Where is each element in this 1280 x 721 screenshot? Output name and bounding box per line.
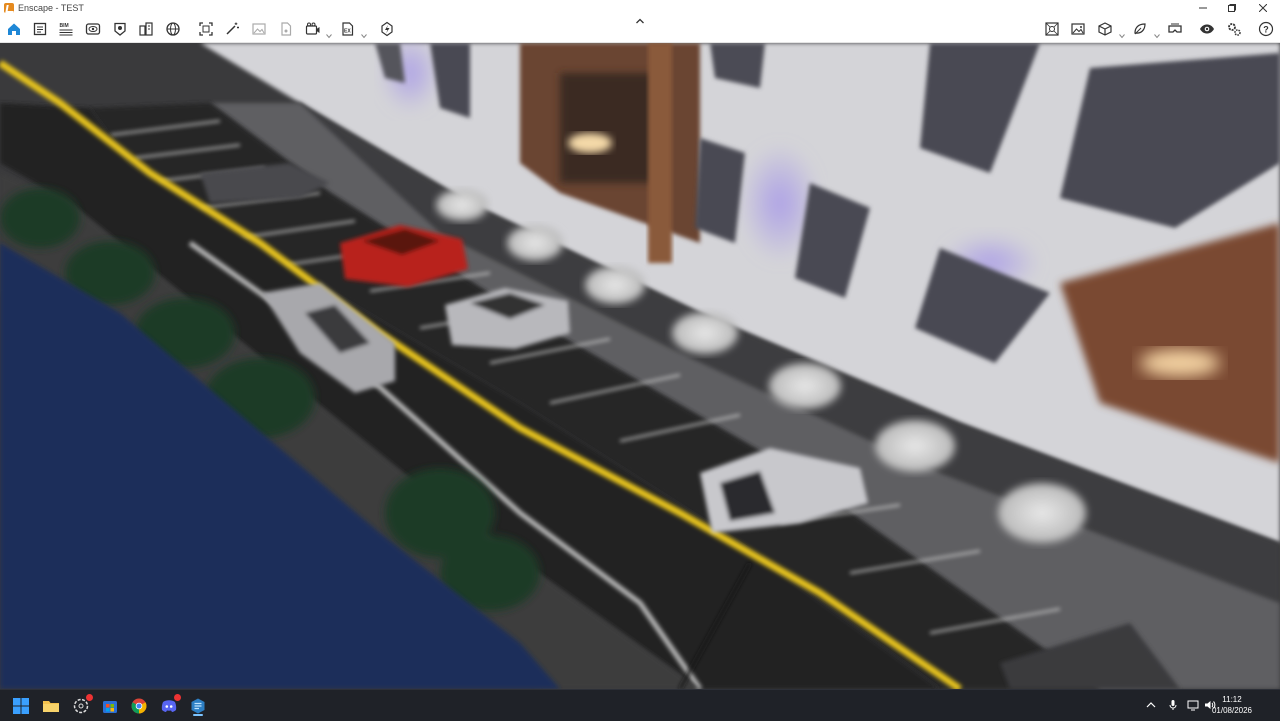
file-explorer-icon[interactable]	[40, 695, 62, 717]
rocket-icon[interactable]	[378, 20, 396, 38]
close-icon[interactable]	[1250, 0, 1276, 16]
magic-icon[interactable]	[223, 20, 241, 38]
enscape-app-icon[interactable]	[187, 695, 209, 717]
cube-icon[interactable]	[1096, 20, 1114, 38]
render-viewport[interactable]	[0, 43, 1280, 689]
settings-icon[interactable]	[1225, 20, 1243, 38]
store-icon[interactable]	[99, 695, 121, 717]
video-camera-icon[interactable]	[304, 20, 322, 38]
chevron-down-icon[interactable]	[1119, 26, 1125, 39]
notification-badge	[86, 694, 93, 701]
svg-text:BIM: BIM	[60, 23, 69, 29]
microphone-icon[interactable]	[1166, 698, 1180, 712]
windows-start-icon[interactable]	[10, 695, 32, 717]
bim-icon[interactable]: BIM	[57, 20, 75, 38]
clock-date: 01/08/2026	[1211, 706, 1253, 715]
svg-text:EX: EX	[344, 29, 351, 35]
file-icon[interactable]	[277, 20, 295, 38]
project-icon[interactable]	[31, 20, 49, 38]
maximize-icon[interactable]	[1219, 0, 1245, 16]
render-mode-icon[interactable]	[111, 20, 129, 38]
buildings-icon[interactable]	[137, 20, 155, 38]
title-bar: Enscape - TEST	[0, 0, 1280, 16]
enscape-logo-icon	[4, 3, 14, 13]
active-indicator	[193, 714, 203, 716]
sphere-icon[interactable]	[164, 20, 182, 38]
discord-icon[interactable]	[158, 694, 181, 717]
chatgpt-icon[interactable]	[70, 694, 93, 717]
visibility-icon[interactable]	[1198, 20, 1216, 38]
gallery-icon[interactable]	[1069, 20, 1087, 38]
chevron-down-icon[interactable]	[361, 26, 367, 39]
svg-text:?: ?	[1263, 25, 1269, 35]
chevron-down-icon[interactable]	[1154, 26, 1160, 39]
minimize-icon[interactable]	[1190, 0, 1216, 16]
monitor-icon[interactable]	[1186, 698, 1200, 712]
chevron-up-icon[interactable]	[1144, 698, 1158, 712]
material-icon[interactable]	[1131, 20, 1149, 38]
image-icon[interactable]	[250, 20, 268, 38]
collapse-toolbar-icon[interactable]	[634, 16, 646, 26]
chrome-icon[interactable]	[128, 695, 150, 717]
discord-badge	[174, 694, 181, 701]
home-icon[interactable]	[5, 20, 23, 38]
camera-icon[interactable]	[1043, 20, 1061, 38]
fit-view-icon[interactable]	[197, 20, 215, 38]
help-icon[interactable]: ?	[1257, 20, 1275, 38]
clock-time: 11:12	[1222, 695, 1242, 704]
vr-headset-icon[interactable]	[1166, 20, 1184, 38]
window-title: Enscape - TEST	[18, 3, 84, 13]
chevron-down-icon[interactable]	[326, 26, 332, 39]
windows-taskbar: 11:12 01/08/2026	[0, 689, 1280, 721]
export-icon[interactable]: EX	[339, 20, 357, 38]
system-clock[interactable]: 11:12 01/08/2026	[1208, 694, 1256, 716]
eye-mode-icon[interactable]	[84, 20, 102, 38]
